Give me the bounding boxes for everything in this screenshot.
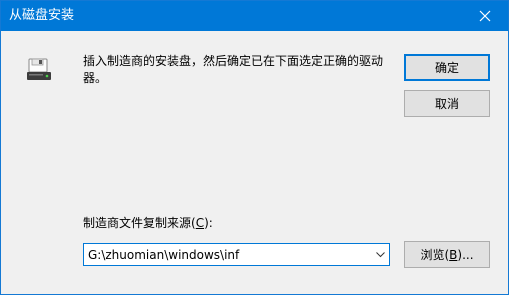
ok-button[interactable]: 确定 [404, 54, 490, 81]
source-path-input[interactable] [88, 247, 368, 263]
floppy-disk-icon [27, 58, 51, 80]
install-from-disk-dialog: 从磁盘安装 插入制造商的安装盘，然后确定已在下面选定正确的驱动器。 确定 取消 … [0, 0, 509, 295]
ok-button-label: 确定 [434, 61, 459, 75]
source-label-suffix: ): [204, 216, 213, 230]
cancel-button[interactable]: 取消 [404, 90, 490, 117]
dialog-body: 插入制造商的安装盘，然后确定已在下面选定正确的驱动器。 确定 取消 制造商文件复… [1, 31, 508, 294]
dropdown-button[interactable] [371, 244, 389, 265]
browse-button-label: 浏览(B)... [420, 246, 473, 263]
title-bar[interactable]: 从磁盘安装 [1, 1, 508, 31]
source-label: 制造商文件复制来源(C): [83, 215, 213, 231]
browse-label-suffix: )... [457, 248, 474, 262]
instruction-text: 插入制造商的安装盘，然后确定已在下面选定正确的驱动器。 [83, 54, 384, 85]
source-label-hotkey: C [195, 216, 205, 230]
chevron-down-icon [375, 251, 385, 257]
browse-button[interactable]: 浏览(B)... [404, 241, 490, 268]
source-path-combobox[interactable] [83, 243, 390, 266]
close-icon [479, 10, 491, 22]
cancel-button-label: 取消 [434, 97, 459, 111]
browse-label-prefix: 浏览( [420, 248, 450, 262]
window-title: 从磁盘安装 [9, 8, 75, 23]
source-label-prefix: 制造商文件复制来源( [83, 216, 196, 230]
close-button[interactable] [462, 1, 508, 31]
